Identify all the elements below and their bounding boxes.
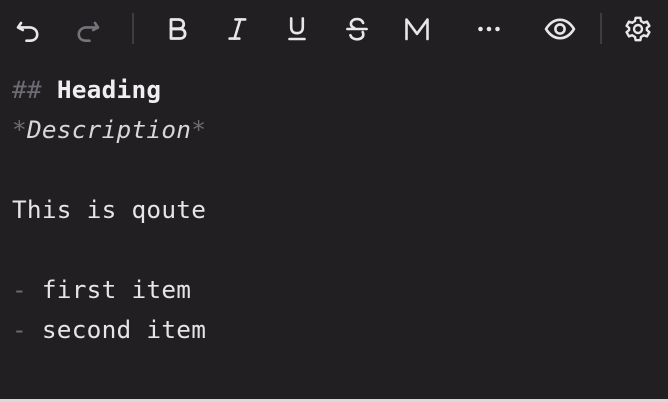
redo-button[interactable]	[70, 11, 106, 47]
bold-button[interactable]	[159, 11, 195, 47]
quote-text: This is qoute	[12, 195, 207, 224]
eye-icon	[544, 18, 576, 40]
list-marker: -	[12, 275, 27, 304]
preview-button[interactable]	[542, 11, 578, 47]
heading-marker: ##	[12, 75, 42, 104]
undo-icon	[16, 21, 39, 42]
underline-button[interactable]	[279, 11, 315, 47]
redo-icon	[77, 21, 100, 42]
undo-button[interactable]	[10, 11, 46, 47]
editor-toolbar	[0, 0, 668, 58]
heading-text: Heading	[56, 75, 162, 104]
empty-line	[12, 230, 668, 270]
strikethrough-icon	[346, 17, 368, 41]
italic-button[interactable]	[219, 11, 255, 47]
more-icon	[478, 26, 500, 32]
italic-close-marker: *	[191, 115, 207, 144]
bold-icon	[169, 18, 187, 40]
list-item: - first item	[12, 270, 668, 310]
quote-line: This is qoute	[12, 190, 668, 230]
markdown-button[interactable]	[399, 11, 435, 47]
underline-icon	[288, 17, 306, 41]
settings-button[interactable]	[620, 11, 656, 47]
description-text: Description	[26, 115, 192, 144]
toolbar-separator	[600, 13, 602, 44]
list-item-text: second item	[41, 315, 207, 344]
more-button[interactable]	[471, 11, 507, 47]
list-item-text: first item	[41, 275, 192, 304]
gear-icon	[625, 16, 651, 42]
markdown-icon	[405, 18, 429, 41]
toolbar-separator	[132, 13, 134, 44]
list-marker: -	[12, 315, 27, 344]
strikethrough-button[interactable]	[339, 11, 375, 47]
list-item: - second item	[12, 310, 668, 350]
italic-icon	[228, 18, 247, 40]
description-line: *Description*	[12, 110, 668, 150]
italic-open-marker: *	[12, 115, 27, 144]
markdown-editor[interactable]: ## Heading *Description* This is qoute -…	[0, 58, 668, 398]
heading-line: ## Heading	[12, 70, 668, 110]
empty-line	[12, 150, 668, 190]
